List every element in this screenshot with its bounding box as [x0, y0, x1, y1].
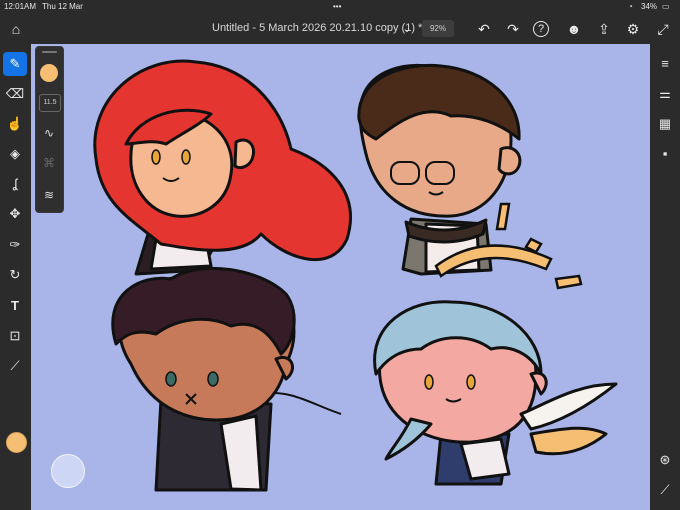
- brush-settings-icon[interactable]: ≋: [39, 185, 59, 205]
- shape-tool-icon[interactable]: ↻: [3, 263, 27, 287]
- multitask-dots[interactable]: •••: [333, 2, 341, 11]
- character-blue-hair: [373, 300, 618, 486]
- battery-icon: ▭: [662, 2, 670, 11]
- status-date: Thu 12 Mar: [42, 2, 83, 11]
- text-tool-icon[interactable]: T: [3, 294, 27, 318]
- layers-icon[interactable]: ≡: [655, 54, 675, 74]
- settings-icon[interactable]: ⚙: [623, 19, 643, 39]
- battery-level: 34%: [641, 2, 658, 11]
- fullscreen-icon[interactable]: ⤢: [653, 19, 673, 39]
- help-icon[interactable]: ?: [533, 21, 549, 37]
- panel-grip[interactable]: [42, 51, 57, 53]
- image-tool-icon[interactable]: ⊡: [3, 324, 27, 348]
- redo-icon[interactable]: ↷: [503, 19, 523, 39]
- eyedropper-tool-icon[interactable]: ⟋: [3, 354, 27, 378]
- character-brown-glasses: [357, 63, 522, 276]
- adjustments-icon[interactable]: ⚌: [655, 84, 675, 104]
- status-time: 12:01AM: [4, 2, 37, 11]
- brush-tool-icon[interactable]: ✎: [3, 52, 27, 76]
- liquify-tool-icon[interactable]: ʆ: [3, 172, 27, 196]
- ruler-icon[interactable]: ⟋: [655, 480, 675, 500]
- right-toolbar: ≡ ⚌ ▦ ▪ ⊛ ⟋: [650, 44, 680, 510]
- grid-icon[interactable]: ▦: [655, 114, 675, 134]
- character-dark-curly: [111, 266, 342, 492]
- eraser-tool-icon[interactable]: ⌫: [3, 82, 27, 106]
- drawing-canvas[interactable]: [31, 44, 650, 510]
- comments-icon[interactable]: ▪: [655, 144, 675, 164]
- brush-settings-panel: 11.5 ∿ ⌘ ≋: [35, 46, 64, 213]
- fill-tool-icon[interactable]: ◈: [3, 142, 27, 166]
- share-icon[interactable]: ⇪: [594, 19, 614, 39]
- primary-color-chip[interactable]: [6, 432, 27, 453]
- lasso-tool-icon[interactable]: ✑: [3, 233, 27, 257]
- wifi-icon: ◔: [628, 2, 633, 11]
- smudge-tool-icon[interactable]: ☝: [3, 112, 27, 136]
- shapes-icon[interactable]: ⊛: [655, 450, 675, 470]
- home-icon[interactable]: ⌂: [6, 19, 26, 39]
- smoothing-icon[interactable]: ∿: [39, 123, 59, 143]
- left-toolbar: ✎ ⌫ ☝ ◈ ʆ ✥ ✑ ↻ T ⊡ ⟋: [0, 44, 31, 510]
- account-icon[interactable]: ☻: [564, 19, 584, 39]
- artwork: [93, 59, 618, 492]
- title-chevron-icon[interactable]: ⌄: [397, 19, 417, 39]
- brush-size-field[interactable]: 11.5: [39, 94, 61, 112]
- transform-tool-icon[interactable]: ✥: [3, 202, 27, 226]
- character-red-hair: [93, 59, 352, 276]
- status-bar: 12:01AM Thu 12 Mar ••• ◔ 34% ▭: [0, 0, 680, 14]
- touch-modifier-button[interactable]: [51, 454, 85, 488]
- undo-icon[interactable]: ↶: [474, 19, 494, 39]
- brush-color-swatch[interactable]: [40, 64, 58, 82]
- document-title[interactable]: Untitled - 5 March 2026 20.21.10 copy (1…: [212, 22, 422, 34]
- zoom-level[interactable]: 92%: [422, 20, 454, 37]
- pressure-icon[interactable]: ⌘: [39, 153, 59, 173]
- top-bar: ⌂ Untitled - 5 March 2026 20.21.10 copy …: [0, 14, 680, 44]
